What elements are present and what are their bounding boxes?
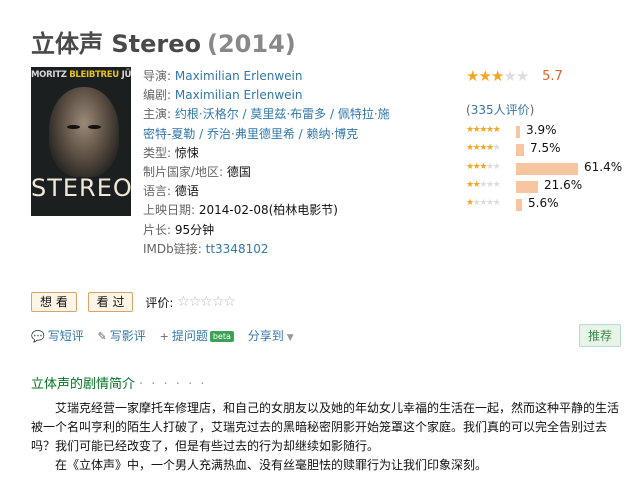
- cast-links-line2[interactable]: 密特-夏勒 / 乔治·弗里德里希 / 赖纳·博克: [143, 127, 358, 141]
- pencil-icon: ✎: [97, 330, 107, 343]
- share-dropdown[interactable]: 分享到 ▼: [248, 327, 294, 344]
- summary-paragraph: 艾瑞克经营一家摩托车修理店，和自己的女朋友以及她的年幼女儿幸福的生活在一起，然而…: [31, 401, 620, 453]
- breakdown-stars: ★★★★★: [466, 179, 501, 190]
- breakdown-percent: 61.4%: [584, 159, 623, 174]
- country-label: 制片国家/地区:: [143, 165, 224, 180]
- writer-link[interactable]: Maximilian Erlenwein: [175, 88, 303, 102]
- page-title: 立体声 Stereo (2014): [31, 24, 296, 59]
- summary-paragraph: 在《立体声》中，一个男人充满热血、没有丝毫胆怯的赎罪行为让我们印象深刻。: [55, 458, 488, 472]
- breakdown-percent: 21.6%: [544, 177, 583, 192]
- breakdown-stars: ★★★★★: [466, 161, 501, 172]
- breakdown-bar: [516, 199, 522, 212]
- breakdown-stars: ★★★★★: [466, 125, 501, 135]
- average-score: 5.7: [542, 68, 563, 84]
- chat-bubble-icon: 💬: [31, 330, 45, 343]
- poster-logo: STEREO: [31, 174, 131, 202]
- breakdown-bar: [516, 126, 520, 138]
- language-value: 德语: [174, 184, 199, 199]
- chevron-down-icon: ▼: [286, 333, 294, 343]
- imdb-link[interactable]: tt3348102: [206, 242, 269, 256]
- watched-button[interactable]: 看 过: [87, 292, 134, 312]
- rating-count: (335人评价): [466, 103, 535, 117]
- breakdown-percent: 7.5%: [530, 141, 561, 156]
- plot-summary: 艾瑞克经营一家摩托车修理店，和自己的女朋友以及她的年幼女儿幸福的生活在一起，然而…: [31, 399, 621, 475]
- breakdown-bar: [516, 162, 578, 175]
- writer-label: 编剧:: [143, 88, 172, 103]
- director-link[interactable]: Maximilian Erlenwein: [175, 69, 303, 83]
- movie-name: 立体声 Stereo: [31, 30, 201, 58]
- rating-count-link[interactable]: 335人评价: [471, 103, 530, 117]
- release-value: 2014-02-08(柏林电影节): [198, 203, 338, 218]
- poster-cast-names: MORITZ BLEIBTREU JÜRGEN VOGEL: [31, 70, 131, 80]
- beta-badge: beta: [209, 331, 234, 342]
- breakdown-stars: ★★★★★: [466, 198, 501, 209]
- imdb-label: IMDb链接:: [143, 241, 202, 256]
- rating-breakdown-row: ★★★★★ 21.6%: [466, 178, 636, 197]
- rating-breakdown-row: ★★★★★ 7.5%: [466, 141, 636, 160]
- ask-question-link[interactable]: + 提问题 beta: [160, 327, 234, 344]
- runtime-label: 片长:: [143, 222, 172, 237]
- plus-icon: +: [159, 330, 169, 343]
- rating-breakdown-row: ★★★★★ 3.9%: [466, 123, 636, 142]
- recommend-button[interactable]: 推荐: [578, 324, 621, 347]
- country-value: 德国: [226, 165, 251, 180]
- runtime-value: 95分钟: [174, 222, 215, 237]
- poster-eye: [67, 125, 80, 129]
- cast-links-line1[interactable]: 约根·沃格尔 / 莫里兹·布雷多 / 佩特拉·施: [175, 107, 390, 121]
- rating-breakdown-row: ★★★★★ 5.6%: [466, 196, 636, 215]
- language-label: 语言:: [143, 184, 172, 199]
- user-rating-stars[interactable]: ☆☆☆☆☆: [177, 294, 236, 310]
- want-to-watch-button[interactable]: 想 看: [31, 292, 77, 312]
- rating-breakdown-row: ★★★★★ 61.4%: [466, 160, 636, 179]
- breakdown-percent: 3.9%: [526, 123, 557, 137]
- breakdown-stars: ★★★★★: [466, 143, 501, 154]
- write-review-link[interactable]: ✎ 写影评: [98, 327, 146, 344]
- summary-heading: 立体声的剧情简介 · · · · · ·: [31, 377, 207, 392]
- poster-eye: [88, 125, 101, 129]
- cast-label: 主演:: [143, 107, 172, 122]
- breakdown-bar: [516, 144, 524, 157]
- poster-face: [49, 87, 119, 177]
- rating-panel: ★★★★★ 5.7 (335人评价) ★★★★★ 3.9% ★★★★★ 7.5% ★★★…: [466, 67, 636, 212]
- action-buttons: 想 看 看 过 评价: ☆☆☆☆☆: [31, 292, 236, 312]
- average-rating-stars: ★★★★★: [466, 67, 529, 85]
- breakdown-bar: [516, 180, 538, 193]
- genre-label: 类型:: [143, 145, 172, 160]
- director-label: 导演:: [143, 69, 172, 83]
- movie-year: (2014): [207, 30, 296, 58]
- genre-value: 惊悚: [174, 145, 199, 160]
- rate-label: 评价:: [145, 295, 174, 310]
- movie-info: 导演: Maximilian Erlenwein 编剧: Maximilian …: [143, 67, 393, 259]
- write-short-review-link[interactable]: 💬 写短评: [31, 327, 84, 344]
- breakdown-percent: 5.6%: [528, 196, 559, 211]
- release-label: 上映日期:: [143, 203, 196, 218]
- movie-poster[interactable]: MORITZ BLEIBTREU JÜRGEN VOGEL STEREO: [31, 67, 131, 216]
- action-links: 💬 写短评 ✎ 写影评 + 提问题 beta 分享到 ▼ 推荐: [31, 324, 621, 347]
